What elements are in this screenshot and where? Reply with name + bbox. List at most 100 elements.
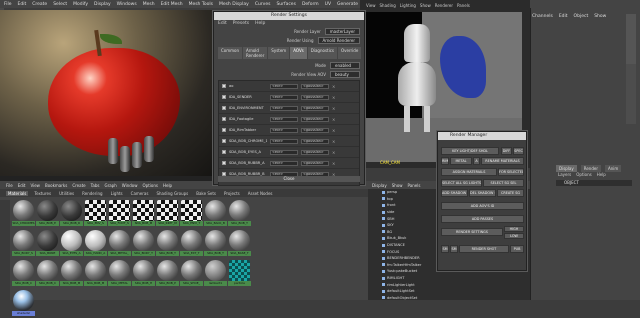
- select-all-button[interactable]: SELECT ALL SG LIGHTS: [441, 179, 482, 187]
- outliner-item[interactable]: rimLighterLight: [368, 281, 530, 288]
- render-manager-title[interactable]: Render Manager: [438, 132, 526, 140]
- render-shot-button[interactable]: RENDER SHOT: [459, 245, 509, 253]
- aov-filter-select[interactable]: <gaussian>: [301, 116, 329, 122]
- main-menu-item[interactable]: UV: [325, 2, 331, 7]
- hypershade-menu-item[interactable]: File: [6, 183, 13, 188]
- material-swatch[interactable]: SDA_RIMT_M: [156, 200, 179, 228]
- viewport-menu-item[interactable]: Renderer: [435, 3, 453, 8]
- channel-box-menu-item[interactable]: Object: [574, 14, 589, 19]
- outliner-menu-item[interactable]: Display: [372, 183, 387, 188]
- material-swatch[interactable]: SDA_METAL_: [108, 230, 131, 258]
- material-swatch[interactable]: SDA_BOB_C: [36, 260, 59, 288]
- render-view-aov-select[interactable]: beauty: [330, 71, 360, 78]
- layer-menu-item[interactable]: Help: [597, 172, 606, 177]
- material-swatch[interactable]: SDA_BACK_B: [204, 200, 227, 228]
- material-swatch[interactable]: SDA_BODY_T: [132, 230, 155, 258]
- outliner-menu-item[interactable]: Show: [392, 183, 403, 188]
- aov-enable-checkbox[interactable]: [222, 84, 226, 88]
- main-menu-item[interactable]: Generate: [337, 2, 358, 7]
- diff-button[interactable]: DIFF: [501, 147, 512, 155]
- viewport-menu-item[interactable]: Lighting: [400, 3, 416, 8]
- high-button[interactable]: HIGH: [504, 226, 524, 232]
- material-swatch[interactable]: SDA_EYES_A: [60, 230, 83, 258]
- aov-filter-select[interactable]: <gaussian>: [301, 94, 329, 100]
- material-swatch[interactable]: SDA_BOB_C: [12, 260, 35, 288]
- hypershade-menu-item[interactable]: Tabs: [91, 183, 100, 188]
- material-swatch[interactable]: SDA_BOB_M: [132, 200, 155, 228]
- remove-aov-icon[interactable]: ×: [332, 139, 335, 144]
- tab-display[interactable]: Display: [556, 165, 577, 172]
- material-swatch[interactable]: SDA_BOB_P: [156, 260, 179, 288]
- hypershade-menu-item[interactable]: Help: [163, 183, 172, 188]
- aov-enable-checkbox[interactable]: [222, 161, 226, 165]
- add-aovs-button[interactable]: ADD AOV'S ID: [441, 202, 524, 210]
- main-menu-item[interactable]: Create: [32, 2, 47, 7]
- hypershade-tab[interactable]: Shading Groups: [154, 191, 190, 196]
- aov-enable-checkbox[interactable]: [222, 128, 226, 132]
- metal-select[interactable]: METAL: [450, 157, 472, 165]
- a-button[interactable]: A: [473, 157, 480, 165]
- main-menu-item[interactable]: Edit Mesh: [161, 2, 183, 7]
- material-swatch[interactable]: SDA_BOB_T: [156, 230, 179, 258]
- hypershade-menu-item[interactable]: Graph: [104, 183, 116, 188]
- for-selected-button[interactable]: FOR SELECTED: [498, 168, 524, 176]
- remove-aov-icon[interactable]: ×: [332, 117, 335, 122]
- material-swatch[interactable]: SDA_SHOE_: [180, 260, 203, 288]
- pub-button[interactable]: PUB: [510, 245, 524, 253]
- viewport-menu-item[interactable]: Show: [420, 3, 431, 8]
- mode-select[interactable]: enabled: [330, 62, 360, 69]
- aov-enable-checkbox[interactable]: [222, 95, 226, 99]
- remove-aov-icon[interactable]: ×: [332, 95, 335, 100]
- layer-menu-item[interactable]: Options: [576, 172, 591, 177]
- aov-filter-select[interactable]: <gaussian>: [301, 160, 329, 166]
- key-light-button[interactable]: KEY LIGHT/DEF SHDL: [441, 147, 499, 155]
- tab-system[interactable]: System: [268, 47, 290, 59]
- main-menu-item[interactable]: Windows: [117, 2, 137, 7]
- material-swatch[interactable]: SDA_BOB_R: [60, 200, 83, 228]
- layer-menu-item[interactable]: Layers: [558, 172, 571, 177]
- aov-driver-select[interactable]: <exr>: [270, 127, 298, 133]
- close-button[interactable]: Close: [218, 176, 360, 182]
- sm-button-2[interactable]: SM: [450, 245, 458, 253]
- aov-driver-select[interactable]: <exr>: [270, 149, 298, 155]
- render-layer-select[interactable]: masterLayer: [324, 28, 360, 35]
- material-swatch[interactable]: SDA_HAND_A: [84, 230, 107, 258]
- hypershade-tab[interactable]: Utilities: [57, 191, 76, 196]
- tab-diagnostics[interactable]: Diagnostics: [307, 47, 337, 59]
- aov-row[interactable]: SDA_BOB_EYES_A <exr> <gaussian> ×: [219, 147, 359, 158]
- main-menu-item[interactable]: Mesh: [143, 2, 155, 7]
- aov-driver-select[interactable]: <exr>: [270, 83, 298, 89]
- del-shadow-button[interactable]: DEL SHADOW SG: [469, 189, 496, 197]
- hypershade-tab[interactable]: Cameras: [129, 191, 151, 196]
- material-swatch[interactable]: SDA_BOB_E: [36, 200, 59, 228]
- add-shadow-button[interactable]: ADD SHADOW SG: [441, 189, 468, 197]
- aov-driver-select[interactable]: <exr>: [270, 116, 298, 122]
- aov-driver-select[interactable]: <exr>: [270, 94, 298, 100]
- hypershade-menu-item[interactable]: Bookmarks: [45, 183, 67, 188]
- hypershade-menu-item[interactable]: Options: [143, 183, 158, 188]
- remove-aov-icon[interactable]: ×: [332, 128, 335, 133]
- material-swatch[interactable]: SDA_CHROMES: [12, 200, 35, 228]
- material-swatch[interactable]: SDA_FOOT_S: [108, 200, 131, 228]
- rs-menu-edit[interactable]: Edit: [218, 21, 227, 26]
- render-settings-button[interactable]: RENDER SETTINGS: [441, 228, 503, 236]
- viewport-menu-item[interactable]: Panels: [457, 3, 470, 8]
- hypershade-menu-item[interactable]: View: [30, 183, 40, 188]
- main-menu-item[interactable]: Mesh Tools: [189, 2, 213, 7]
- tab-arnold-renderer[interactable]: Arnold Renderer: [243, 47, 268, 59]
- material-swatch[interactable]: lambert1: [204, 260, 227, 288]
- material-swatch[interactable]: SDA_ENVI_T: [180, 200, 203, 228]
- main-menu-item[interactable]: Deform: [302, 2, 319, 7]
- material-swatch[interactable]: SDA_BOB_M: [60, 260, 83, 288]
- main-menu-item[interactable]: Select: [53, 2, 67, 7]
- remove-aov-icon[interactable]: ×: [332, 161, 335, 166]
- tab-anim[interactable]: Anim: [605, 165, 622, 172]
- aov-driver-select[interactable]: <exr>: [270, 105, 298, 111]
- aov-driver-select[interactable]: <exr>: [270, 160, 298, 166]
- aov-enable-checkbox[interactable]: [222, 117, 226, 121]
- material-swatch[interactable]: SDA_EXT_T: [180, 230, 203, 258]
- material-swatch[interactable]: SDA_BOB_M: [84, 260, 107, 288]
- low-button[interactable]: LOW: [504, 233, 524, 239]
- material-swatch[interactable]: SDA_BOB_T: [228, 200, 251, 228]
- aov-row[interactable]: IDA_SENDER <exr> <gaussian> ×: [219, 92, 359, 103]
